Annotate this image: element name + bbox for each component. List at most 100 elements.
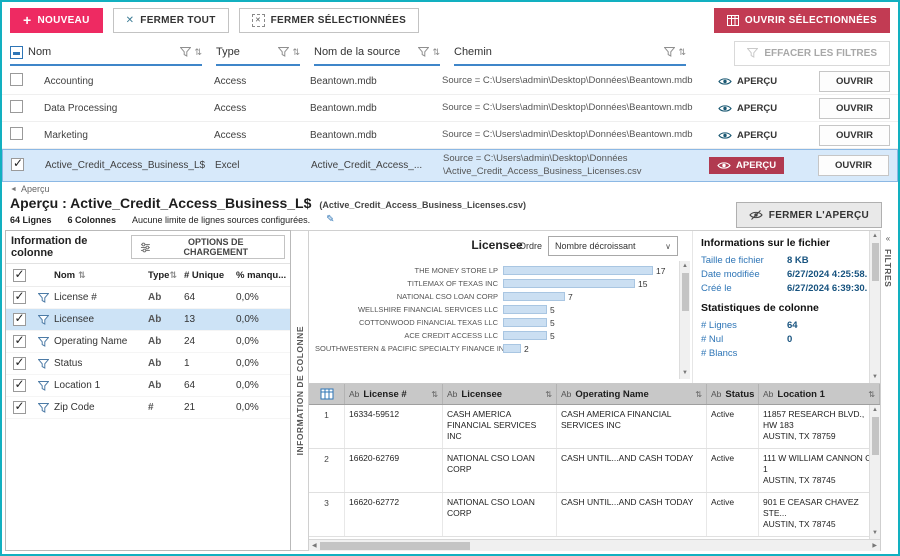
dt-header-location[interactable]: AbLocation 1⇅: [759, 384, 880, 404]
ouvrir-button[interactable]: OUVRIR: [819, 98, 890, 119]
column-checkbox[interactable]: [13, 291, 26, 304]
column-checkbox[interactable]: [13, 357, 26, 370]
ci-header-type[interactable]: Type⇅: [148, 270, 184, 281]
apercu-label: APERÇU: [737, 130, 777, 141]
sort-icon[interactable]: ⇅: [78, 270, 86, 281]
order-dropdown[interactable]: Nombre décroissant ∨: [548, 236, 678, 256]
sort-icon[interactable]: ⇅: [292, 47, 300, 58]
filter-icon[interactable]: [180, 47, 191, 57]
row-checkbox[interactable]: [10, 73, 23, 86]
scroll-up-icon[interactable]: ▲: [872, 406, 878, 415]
info-scrollbar[interactable]: ▲ ▼: [869, 231, 880, 383]
scroll-thumb[interactable]: [872, 243, 879, 281]
sort-icon[interactable]: ⇅: [169, 270, 177, 280]
column-row[interactable]: Operating Name Ab 24 0,0%: [6, 331, 290, 353]
apercu-button[interactable]: APERÇU: [710, 127, 785, 144]
options-chargement-button[interactable]: OPTIONS DE CHARGEMENT: [131, 235, 285, 259]
column-checkbox[interactable]: [13, 313, 26, 326]
scroll-down-icon[interactable]: ▼: [872, 373, 878, 382]
dt-header-status[interactable]: AbStatus⇅: [707, 384, 759, 404]
column-header-chemin[interactable]: Chemin ⇅: [454, 40, 686, 66]
row-checkbox[interactable]: [11, 158, 24, 171]
column-checkbox[interactable]: [13, 379, 26, 392]
scroll-left-icon[interactable]: ◀: [312, 542, 317, 549]
filter-icon[interactable]: [38, 315, 49, 325]
ouvrir-selectionnees-button[interactable]: OUVRIR SÉLECTIONNÉES: [714, 8, 890, 33]
row-checkbox[interactable]: [10, 127, 23, 140]
column-checkbox[interactable]: [13, 335, 26, 348]
column-header-nom[interactable]: Nom ⇅: [10, 40, 202, 66]
table-row[interactable]: Data Processing Access Beantown.mdb Sour…: [2, 95, 898, 122]
data-row[interactable]: 3 16620-62772 NATIONAL CSO LOAN CORP CAS…: [309, 493, 880, 537]
column-info-vertical-tab[interactable]: INFORMATION DE COLONNE: [291, 230, 309, 551]
column-row[interactable]: Zip Code # 21 0,0%: [6, 397, 290, 419]
column-row[interactable]: Location 1 Ab 64 0,0%: [6, 375, 290, 397]
column-row-selected[interactable]: Licensee Ab 13 0,0%: [6, 309, 290, 331]
ouvrir-button[interactable]: OUVRIR: [819, 125, 890, 146]
filter-icon[interactable]: [38, 359, 49, 369]
scroll-down-icon[interactable]: ▼: [872, 529, 878, 538]
data-row[interactable]: 1 16334-59512 CASH AMERICA FINANCIAL SER…: [309, 405, 880, 449]
expand-panel-icon[interactable]: «: [886, 234, 890, 243]
filtres-tab[interactable]: « FILTRES: [880, 230, 895, 551]
apercu-button[interactable]: APERÇU: [710, 100, 785, 117]
sort-icon[interactable]: ⇅: [431, 390, 438, 399]
ouvrir-button[interactable]: OUVRIR: [819, 71, 890, 92]
filter-icon[interactable]: [38, 381, 49, 391]
column-header-source[interactable]: Nom de la source ⇅: [314, 40, 440, 66]
filter-icon[interactable]: [664, 47, 675, 57]
filter-icon[interactable]: [38, 337, 49, 347]
table-row[interactable]: Accounting Access Beantown.mdb Source = …: [2, 68, 898, 95]
sort-icon[interactable]: ⇅: [545, 390, 552, 399]
sort-icon[interactable]: ⇅: [432, 47, 440, 58]
dt-header-licensee[interactable]: AbLicensee⇅: [443, 384, 557, 404]
data-table-scrollbar[interactable]: ▲ ▼: [869, 405, 880, 539]
filter-icon[interactable]: [38, 403, 49, 413]
cell-licensee: NATIONAL CSO LOAN CORP: [443, 449, 557, 492]
filter-icon[interactable]: [38, 293, 49, 303]
filter-icon[interactable]: [278, 47, 289, 57]
horizontal-scrollbar[interactable]: ◀ ▶: [309, 539, 880, 551]
dt-header-operating[interactable]: AbOperating Name⇅: [557, 384, 707, 404]
scroll-down-icon[interactable]: ▼: [682, 369, 688, 378]
collapse-preview-icon[interactable]: ◄: [10, 186, 17, 193]
scroll-up-icon[interactable]: ▲: [872, 232, 878, 241]
ouvrir-button[interactable]: OUVRIR: [818, 155, 889, 176]
fermer-selectionnees-button[interactable]: ✕ FERMER SÉLECTIONNÉES: [239, 8, 419, 33]
select-all-columns-checkbox[interactable]: [13, 269, 26, 282]
scroll-right-icon[interactable]: ▶: [872, 542, 877, 549]
scroll-thumb[interactable]: [682, 273, 689, 311]
apercu-button-active[interactable]: APERÇU: [709, 157, 784, 174]
filter-icon[interactable]: [418, 47, 429, 57]
sort-icon[interactable]: ⇅: [678, 47, 686, 58]
effacer-filtres-button[interactable]: EFFACER LES FILTRES: [734, 41, 890, 66]
sort-icon[interactable]: ⇅: [868, 390, 875, 399]
scroll-thumb[interactable]: [320, 542, 470, 550]
select-all-checkbox[interactable]: [10, 46, 23, 59]
sort-icon[interactable]: ⇅: [695, 390, 702, 399]
ci-header-nom[interactable]: Nom⇅: [54, 270, 148, 281]
column-checkbox[interactable]: [13, 401, 26, 414]
column-row[interactable]: Status Ab 1 0,0%: [6, 353, 290, 375]
edit-icon[interactable]: ✎: [326, 214, 334, 225]
table-row[interactable]: Marketing Access Beantown.mdb Source = C…: [2, 122, 898, 149]
dt-header-license[interactable]: AbLicense #⇅: [345, 384, 443, 404]
scroll-thumb[interactable]: [872, 417, 879, 455]
apercu-button[interactable]: APERÇU: [710, 73, 785, 90]
row-checkbox[interactable]: [10, 100, 23, 113]
data-row[interactable]: 2 16620-62769 NATIONAL CSO LOAN CORP CAS…: [309, 449, 880, 493]
ci-header-manquant[interactable]: % manqu...: [236, 270, 290, 281]
chart-scrollbar[interactable]: ▲ ▼: [679, 261, 690, 379]
row-count: 64 Lignes: [10, 215, 52, 225]
column-row[interactable]: License # Ab 64 0,0%: [6, 287, 290, 309]
ci-header-unique[interactable]: # Unique: [184, 270, 236, 281]
col-chemin-label: Chemin: [454, 46, 492, 58]
scroll-up-icon[interactable]: ▲: [682, 262, 688, 271]
fermer-tout-button[interactable]: ✕ FERMER TOUT: [113, 8, 229, 33]
sort-icon[interactable]: ⇅: [194, 47, 202, 58]
eye-icon: [718, 104, 732, 113]
table-row-selected[interactable]: Active_Credit_Access_Business_L$ Excel A…: [2, 149, 898, 182]
nouveau-button[interactable]: + NOUVEAU: [10, 8, 103, 33]
fermer-apercu-button[interactable]: FERMER L'APERÇU: [736, 202, 882, 228]
column-header-type[interactable]: Type ⇅: [216, 40, 300, 66]
